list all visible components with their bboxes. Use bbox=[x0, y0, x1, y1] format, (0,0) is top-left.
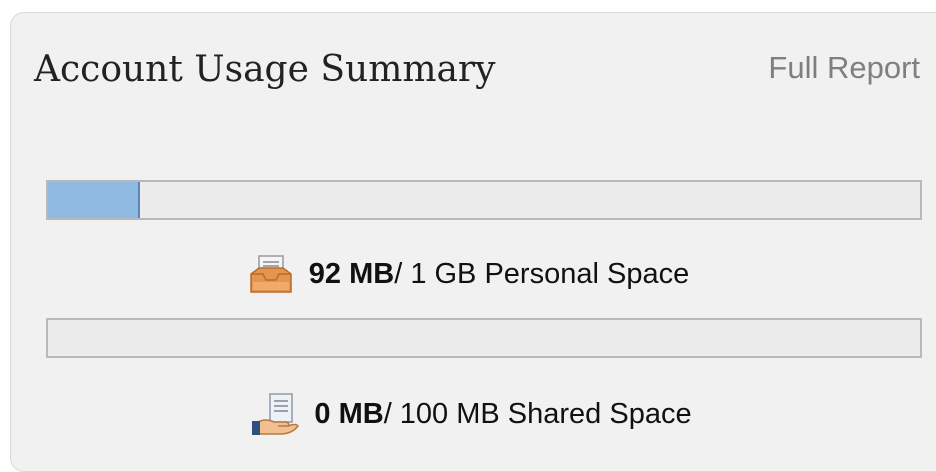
shared-used-amount: 0 MB bbox=[314, 397, 384, 430]
personal-quota-label: / 1 GB Personal Space bbox=[394, 257, 690, 290]
shared-space-progress-bar bbox=[46, 318, 922, 358]
personal-used-amount: 92 MB bbox=[308, 257, 395, 290]
full-report-link[interactable]: Full Report bbox=[768, 52, 920, 83]
panel-title: Account Usage Summary bbox=[34, 49, 496, 90]
personal-space-progress-bar bbox=[46, 180, 922, 220]
personal-space-usage: 92 MB / 1 GB Personal Space bbox=[0, 252, 936, 296]
shared-documents-icon bbox=[252, 393, 300, 435]
shared-quota-label: / 100 MB Shared Space bbox=[383, 397, 692, 430]
shared-space-usage: 0 MB / 100 MB Shared Space bbox=[0, 392, 936, 436]
personal-space-progress-fill bbox=[48, 182, 140, 218]
inbox-tray-icon bbox=[250, 255, 292, 293]
